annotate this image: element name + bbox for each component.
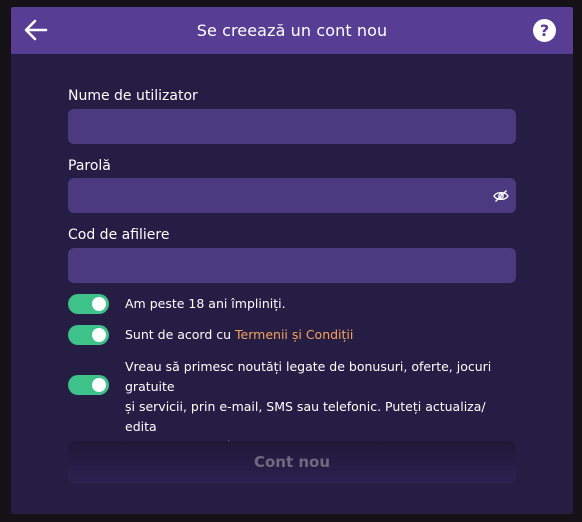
question-icon: ?: [539, 21, 550, 40]
arrow-left-icon: [24, 19, 48, 41]
terms-toggle[interactable]: [68, 325, 109, 345]
toggle-knob: [92, 378, 106, 392]
age-toggle[interactable]: [68, 294, 109, 314]
affiliate-code-input[interactable]: [68, 248, 516, 283]
age-confirmation-text: Am peste 18 ani împliniți.: [125, 296, 286, 311]
toggle-knob: [92, 328, 106, 342]
newsletter-toggle[interactable]: [68, 375, 109, 395]
register-panel: Se creează un cont nou ? Nume de utiliza…: [11, 7, 573, 514]
terms-link[interactable]: Termenii și Condiții: [235, 327, 353, 342]
header-bar: Se creează un cont nou ?: [11, 7, 573, 54]
username-label: Nume de utilizator: [68, 88, 198, 104]
affiliate-code-label: Cod de afiliere: [68, 227, 170, 243]
back-button[interactable]: [23, 17, 49, 43]
page-title: Se creează un cont nou: [196, 21, 388, 40]
newsletter-text-line: Vreau să primesc noutăți legate de bonus…: [125, 359, 492, 394]
terms-text: Sunt de acord cu Termenii și Condiții: [125, 325, 353, 345]
username-input[interactable]: [68, 109, 516, 144]
toggle-knob: [92, 297, 106, 311]
password-input[interactable]: [68, 178, 516, 213]
password-label: Parolă: [68, 158, 111, 174]
help-button[interactable]: ?: [533, 19, 556, 42]
eye-slash-icon: [493, 190, 509, 202]
newsletter-text-line: și servicii, prin e-mail, SMS sau telefo…: [125, 399, 486, 434]
create-account-button[interactable]: Cont nou: [68, 441, 516, 483]
toggle-password-visibility-button[interactable]: [492, 187, 510, 205]
terms-prefix: Sunt de acord cu: [125, 327, 236, 342]
